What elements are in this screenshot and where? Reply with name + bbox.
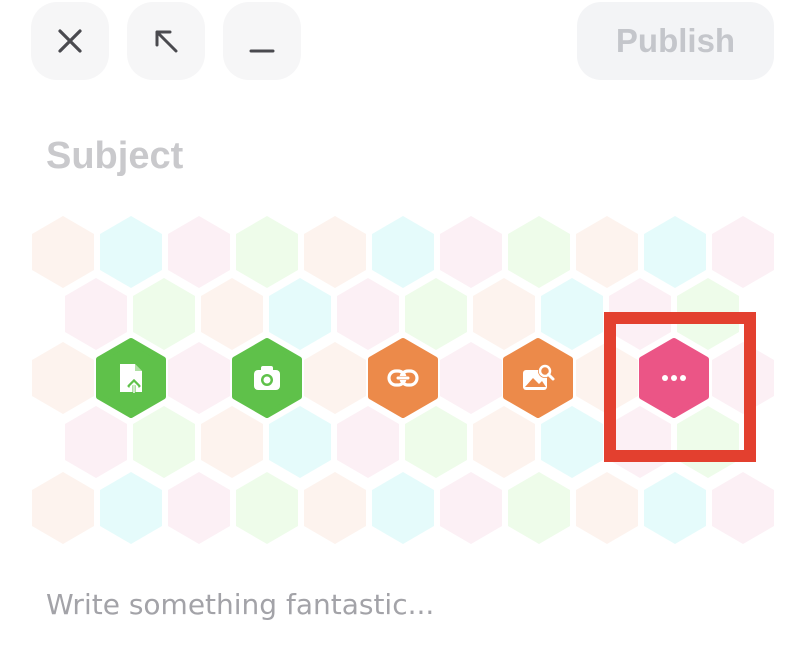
background-hexagon xyxy=(677,406,739,478)
background-hexagon xyxy=(168,216,230,288)
background-hexagon xyxy=(304,216,366,288)
file-upload-button[interactable] xyxy=(96,338,166,418)
background-hexagon xyxy=(168,472,230,544)
background-hexagon xyxy=(168,342,230,414)
background-hexagon xyxy=(236,216,298,288)
background-hexagon xyxy=(32,342,94,414)
background-hexagon xyxy=(65,278,127,350)
background-hexagon xyxy=(677,278,739,350)
background-hexagon xyxy=(712,342,774,414)
background-hexagon xyxy=(609,278,671,350)
link-button[interactable] xyxy=(368,338,438,418)
background-hexagon xyxy=(440,216,502,288)
background-hexagon xyxy=(712,216,774,288)
background-hexagon xyxy=(100,472,162,544)
background-hexagon xyxy=(337,278,399,350)
background-hexagon xyxy=(541,406,603,478)
background-hexagon xyxy=(508,216,570,288)
background-hexagon xyxy=(405,406,467,478)
background-hexagon xyxy=(576,342,638,414)
background-hexagon xyxy=(133,406,195,478)
background-hexagon xyxy=(32,216,94,288)
background-hexagon xyxy=(269,406,331,478)
background-hexagon xyxy=(372,216,434,288)
background-hexagon xyxy=(644,472,706,544)
background-hexagon xyxy=(473,406,535,478)
background-hexagon xyxy=(201,406,263,478)
more-icon xyxy=(662,375,686,381)
background-hexagon xyxy=(372,472,434,544)
background-hexagon xyxy=(541,278,603,350)
background-hexagon xyxy=(405,278,467,350)
background-hexagon xyxy=(269,278,331,350)
camera-button[interactable] xyxy=(232,338,302,418)
background-hexagon xyxy=(32,472,94,544)
file-upload-icon xyxy=(120,364,142,396)
background-hexagon xyxy=(576,216,638,288)
image-search-button[interactable] xyxy=(503,338,573,418)
background-hexagon xyxy=(304,342,366,414)
background-hexagon xyxy=(440,472,502,544)
attachment-hex-grid xyxy=(32,216,774,544)
background-hexagon xyxy=(644,216,706,288)
body-input[interactable]: Write something fantastic... xyxy=(46,585,746,625)
background-hexagon xyxy=(473,278,535,350)
background-hexagon xyxy=(508,472,570,544)
background-hexagon xyxy=(65,406,127,478)
background-hexagon xyxy=(440,342,502,414)
background-hexagon xyxy=(576,472,638,544)
background-hexagon xyxy=(712,472,774,544)
background-hexagon xyxy=(201,278,263,350)
background-hexagon xyxy=(609,406,671,478)
background-hexagon xyxy=(236,472,298,544)
more-button[interactable] xyxy=(639,338,709,418)
background-hexagon xyxy=(304,472,366,544)
background-hexagon xyxy=(100,216,162,288)
background-hexagon xyxy=(133,278,195,350)
background-hexagon xyxy=(337,406,399,478)
